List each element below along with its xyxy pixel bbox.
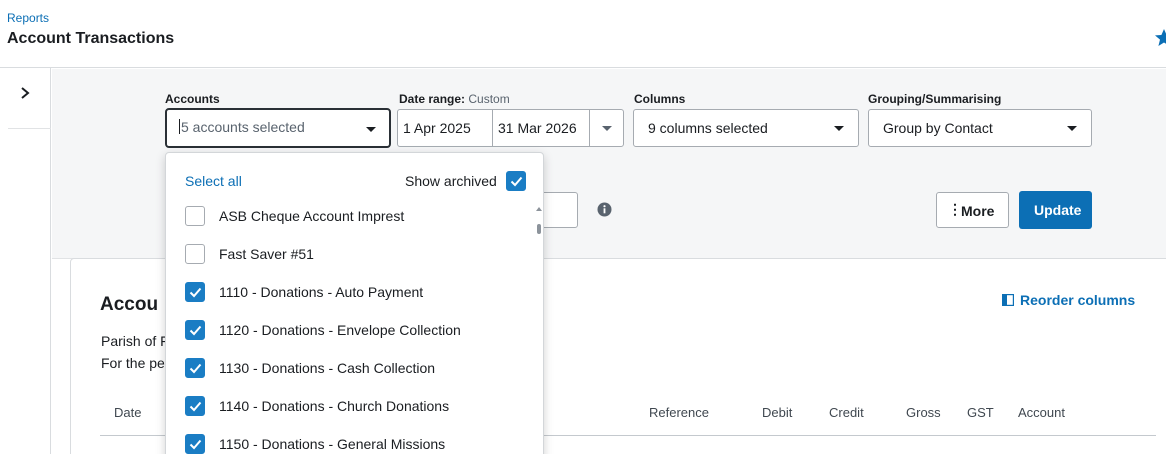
account-option-label: Fast Saver #51 (219, 246, 314, 262)
scroll-up-arrow[interactable] (536, 207, 542, 211)
grouping-label: Grouping/Summarising (868, 92, 1002, 106)
report-period: For the pe (101, 355, 165, 371)
account-option[interactable]: 1140 - Donations - Church Donations (166, 388, 534, 424)
checkmark-icon (189, 287, 202, 298)
account-option[interactable]: 1120 - Donations - Envelope Collection (166, 312, 534, 348)
account-option-checkbox[interactable] (185, 320, 205, 340)
breadcrumb-reports-link[interactable]: Reports (7, 11, 49, 25)
page-header: Reports Account Transactions (0, 0, 1166, 68)
date-from-value: 1 Apr 2025 (403, 120, 471, 136)
checkmark-icon (189, 401, 202, 412)
update-button[interactable]: Update (1019, 191, 1092, 229)
account-option[interactable]: ASB Cheque Account Imprest (166, 198, 534, 234)
accounts-dropdown: Select all Show archived ASB Cheque Acco… (165, 152, 544, 454)
checkmark-icon (189, 363, 202, 374)
checkmark-icon (510, 176, 523, 187)
account-option-label: 1110 - Donations - Auto Payment (219, 284, 424, 300)
text-cursor (179, 119, 180, 134)
divider (8, 128, 51, 129)
report-organisation: Parish of F (101, 333, 169, 349)
more-button-label: More (961, 203, 995, 219)
account-option-label: 1140 - Donations - Church Donations (219, 398, 450, 414)
account-option-checkbox[interactable] (185, 358, 205, 378)
account-option-label: 1130 - Donations - Cash Collection (219, 360, 436, 376)
info-icon[interactable] (597, 202, 612, 217)
account-option-checkbox[interactable] (185, 244, 205, 264)
account-option[interactable]: Fast Saver #51 (166, 236, 534, 272)
grouping-select[interactable]: Group by Contact (868, 109, 1092, 147)
column-header-account[interactable]: Account (1018, 405, 1065, 420)
more-vertical-icon: ⋮ (948, 201, 962, 217)
accounts-label: Accounts (165, 92, 220, 106)
column-header-credit[interactable]: Credit (829, 405, 864, 420)
account-option-label: ASB Cheque Account Imprest (219, 208, 405, 224)
column-header-gst[interactable]: GST (967, 405, 994, 420)
account-option-label: 1150 - Donations - General Missions (219, 436, 446, 452)
chevron-down-icon (366, 127, 376, 132)
report-title: Accou (100, 294, 159, 315)
columns-select-value: 9 columns selected (648, 120, 768, 136)
grouping-select-value: Group by Contact (883, 120, 993, 136)
accounts-select[interactable]: 5 accounts selected (165, 108, 391, 148)
column-header-date[interactable]: Date (114, 405, 141, 420)
left-rail (0, 68, 51, 454)
account-option[interactable]: 1130 - Donations - Cash Collection (166, 350, 534, 386)
account-option-checkbox[interactable] (185, 206, 205, 226)
date-range-mode: Custom (468, 92, 510, 106)
checkmark-icon (189, 325, 202, 336)
date-range-label: Date range: Custom (399, 92, 510, 106)
account-option[interactable]: 1150 - Donations - General Missions (166, 426, 534, 454)
chevron-down-icon (1067, 126, 1077, 131)
checkmark-icon (189, 439, 202, 450)
account-option-checkbox[interactable] (185, 434, 205, 454)
chevron-right-icon[interactable] (18, 86, 32, 100)
date-range-label-text: Date range: (399, 92, 466, 106)
date-to-field[interactable]: 31 Mar 2026 (492, 109, 590, 147)
column-header-debit[interactable]: Debit (762, 405, 792, 420)
account-option[interactable]: 1110 - Donations - Auto Payment (166, 274, 534, 310)
columns-label: Columns (634, 92, 686, 106)
date-from-field[interactable]: 1 Apr 2025 (397, 109, 493, 147)
scrollbar-thumb[interactable] (537, 224, 541, 234)
column-header-reference[interactable]: Reference (649, 405, 709, 420)
reorder-columns-button[interactable]: Reorder columns (1002, 292, 1135, 308)
columns-icon (1002, 294, 1014, 306)
star-icon[interactable] (1154, 28, 1166, 48)
page-title: Account Transactions (7, 30, 175, 47)
more-button[interactable]: ⋮ More (936, 192, 1009, 228)
columns-select[interactable]: 9 columns selected (633, 109, 859, 147)
accounts-select-value: 5 accounts selected (181, 119, 305, 135)
date-to-value: 31 Mar 2026 (498, 120, 577, 136)
update-button-label: Update (1034, 202, 1082, 218)
column-header-gross[interactable]: Gross (906, 405, 941, 420)
show-archived-label: Show archived (405, 173, 497, 189)
account-option-checkbox[interactable] (185, 282, 205, 302)
account-option-checkbox[interactable] (185, 396, 205, 416)
chevron-down-icon (602, 126, 612, 131)
show-archived-checkbox[interactable] (506, 171, 526, 191)
select-all-link[interactable]: Select all (185, 173, 242, 189)
reorder-columns-label: Reorder columns (1020, 292, 1136, 308)
date-range-dropdown-button[interactable] (589, 109, 624, 147)
account-option-label: 1120 - Donations - Envelope Collection (219, 322, 461, 338)
chevron-down-icon (834, 126, 844, 131)
